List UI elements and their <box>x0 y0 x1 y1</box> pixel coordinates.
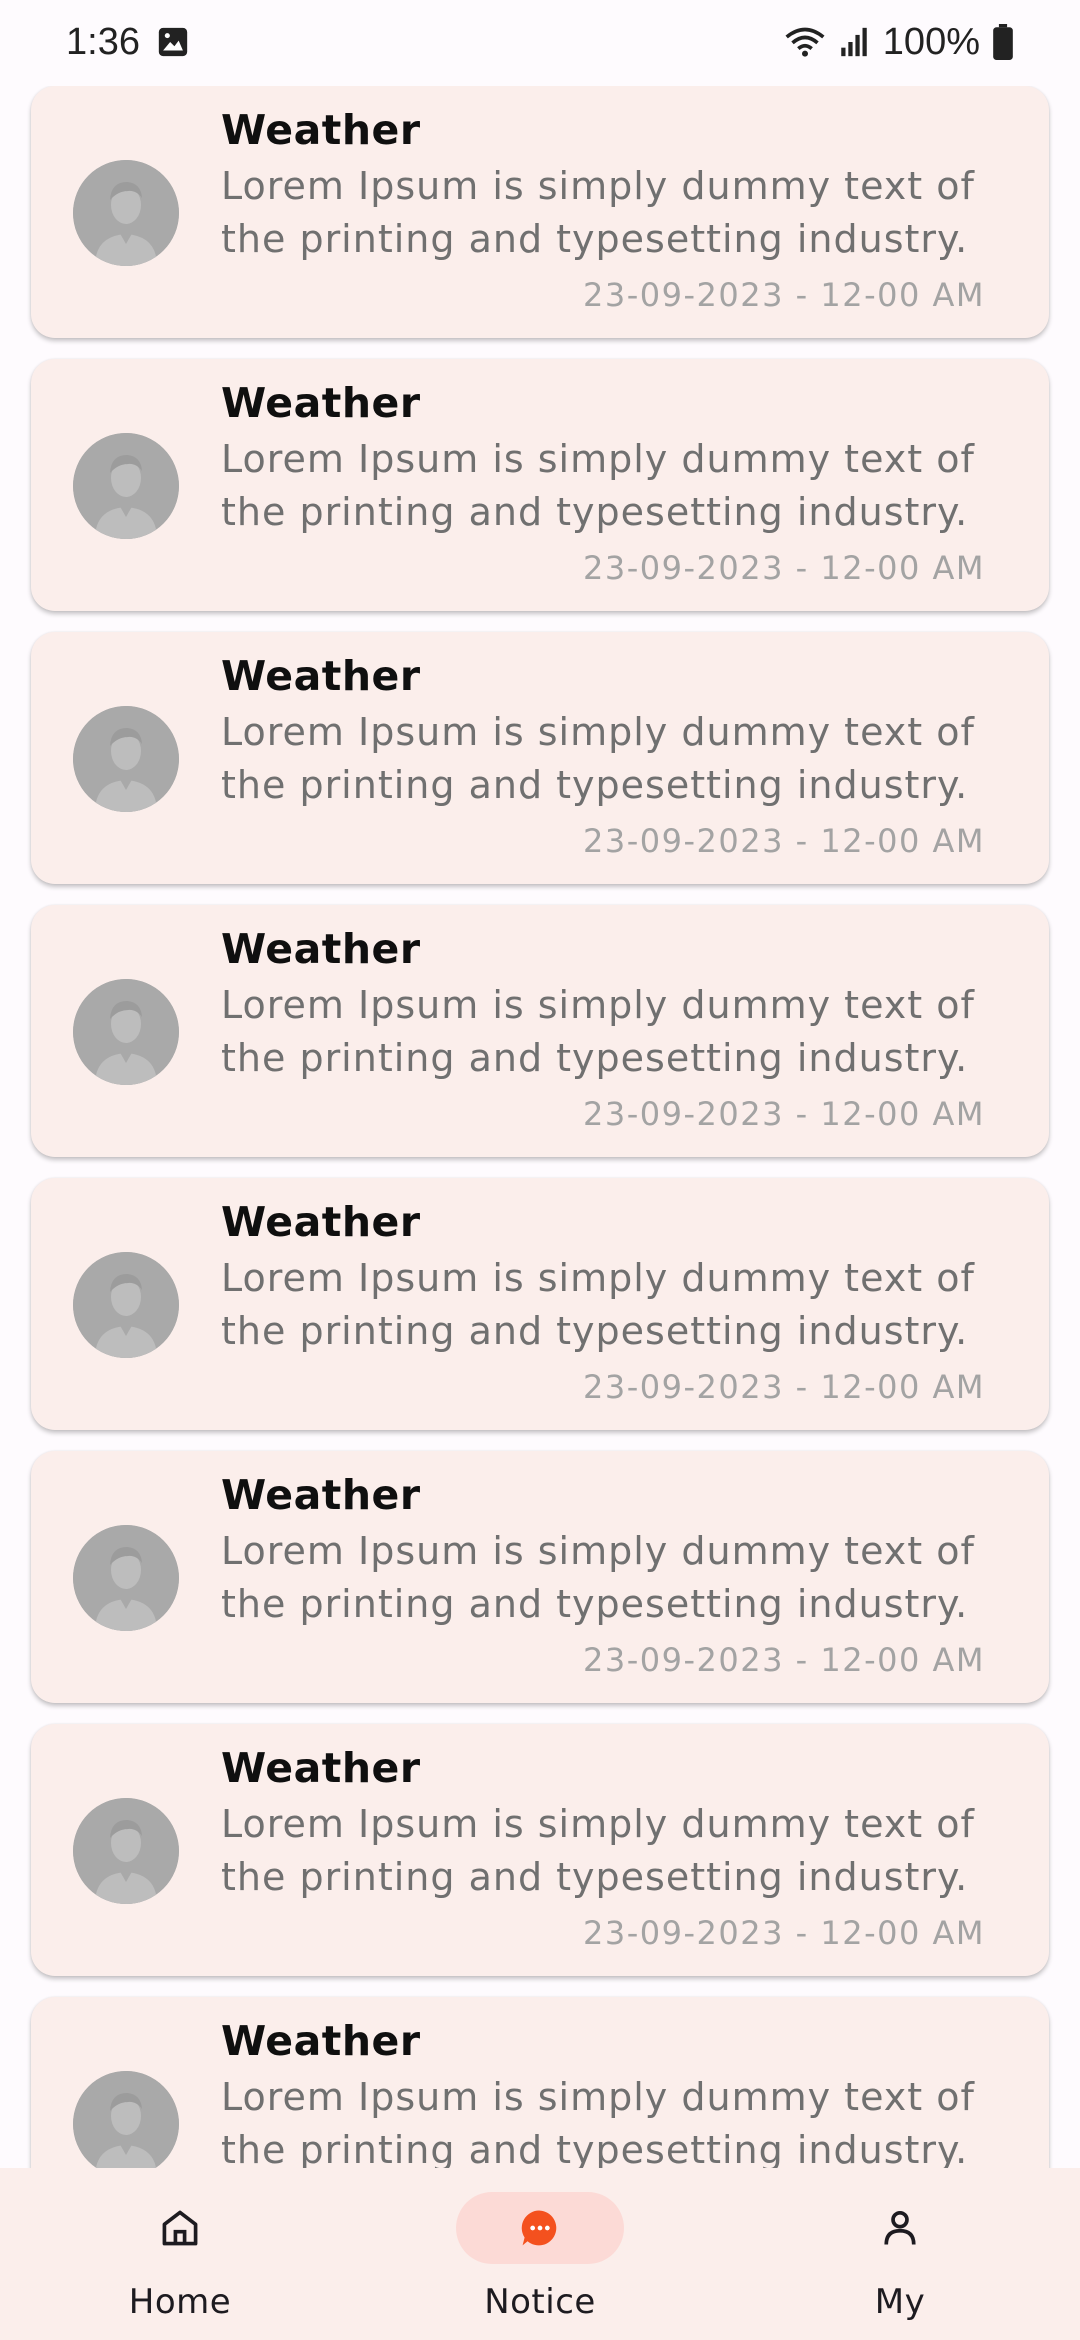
bottom-navigation: Home Notice My <box>0 2168 1080 2340</box>
notification-title: Weather <box>221 1198 421 1246</box>
battery-icon <box>992 24 1014 60</box>
person-icon <box>878 2206 922 2250</box>
notification-body: Lorem Ipsum is simply dummy text of the … <box>221 164 975 261</box>
nav-pill-my <box>816 2192 984 2264</box>
nav-item-my[interactable]: My <box>720 2168 1080 2340</box>
nav-item-home[interactable]: Home <box>0 2168 360 2340</box>
notification-date: 23-09-2023 - 12-00 AM <box>582 1368 985 1406</box>
notification-title: Weather <box>221 1744 421 1792</box>
notification-card[interactable]: Weather Lorem Ipsum is simply dummy text … <box>31 905 1049 1157</box>
notification-card[interactable]: Weather Lorem Ipsum is simply dummy text … <box>31 1451 1049 1703</box>
notification-body: Lorem Ipsum is simply dummy text of the … <box>221 2075 975 2168</box>
notification-date: 23-09-2023 - 12-00 AM <box>582 549 985 587</box>
notification-body: Lorem Ipsum is simply dummy text of the … <box>221 1802 975 1899</box>
status-right: 100% <box>785 21 1014 64</box>
notification-title: Weather <box>221 652 421 700</box>
notification-title: Weather <box>221 1471 421 1519</box>
notification-date: 23-09-2023 - 12-00 AM <box>582 1095 985 1133</box>
notification-title: Weather <box>221 379 421 427</box>
nav-label-notice: Notice <box>484 2282 596 2322</box>
chat-bubble-icon <box>518 2206 562 2250</box>
avatar <box>73 1525 179 1631</box>
notification-date: 23-09-2023 - 12-00 AM <box>582 276 985 314</box>
nav-label-my: My <box>874 2282 926 2322</box>
wifi-icon <box>785 25 825 59</box>
notification-card[interactable]: Weather Lorem Ipsum is simply dummy text … <box>31 1724 1049 1976</box>
nav-label-home: Home <box>128 2282 232 2322</box>
notification-list[interactable]: Weather Lorem Ipsum is simply dummy text … <box>0 86 1080 2168</box>
notification-body: Lorem Ipsum is simply dummy text of the … <box>221 437 975 534</box>
notification-body: Lorem Ipsum is simply dummy text of the … <box>221 1256 975 1353</box>
avatar <box>73 706 179 812</box>
notification-date: 23-09-2023 - 12-00 AM <box>582 1914 985 1952</box>
notification-card[interactable]: Weather Lorem Ipsum is simply dummy text … <box>31 1997 1049 2168</box>
nav-pill-notice <box>456 2192 624 2264</box>
notification-body: Lorem Ipsum is simply dummy text of the … <box>221 983 975 1080</box>
avatar <box>73 160 179 266</box>
avatar <box>73 1252 179 1358</box>
nav-pill-home <box>96 2192 264 2264</box>
nav-item-notice[interactable]: Notice <box>360 2168 720 2340</box>
avatar <box>73 979 179 1085</box>
notification-title: Weather <box>221 2017 421 2065</box>
avatar <box>73 1798 179 1904</box>
notification-date: 23-09-2023 - 12-00 AM <box>582 822 985 860</box>
signal-icon <box>837 25 871 59</box>
notification-date: 23-09-2023 - 12-00 AM <box>582 1641 985 1679</box>
notification-body: Lorem Ipsum is simply dummy text of the … <box>221 710 975 807</box>
notification-card[interactable]: Weather Lorem Ipsum is simply dummy text … <box>31 86 1049 338</box>
avatar <box>73 433 179 539</box>
notification-card[interactable]: Weather Lorem Ipsum is simply dummy text … <box>31 1178 1049 1430</box>
home-icon <box>158 2206 202 2250</box>
status-left: 1:36 <box>66 21 190 64</box>
notification-card[interactable]: Weather Lorem Ipsum is simply dummy text … <box>31 359 1049 611</box>
notification-body: Lorem Ipsum is simply dummy text of the … <box>221 1529 975 1626</box>
status-bar: 1:36 100% <box>0 0 1080 84</box>
avatar <box>73 2071 179 2168</box>
notification-title: Weather <box>221 925 421 973</box>
notification-title: Weather <box>221 106 421 154</box>
battery-percentage: 100% <box>882 20 980 63</box>
notification-card[interactable]: Weather Lorem Ipsum is simply dummy text … <box>31 632 1049 884</box>
image-icon <box>156 25 190 59</box>
status-time: 1:36 <box>66 20 140 63</box>
